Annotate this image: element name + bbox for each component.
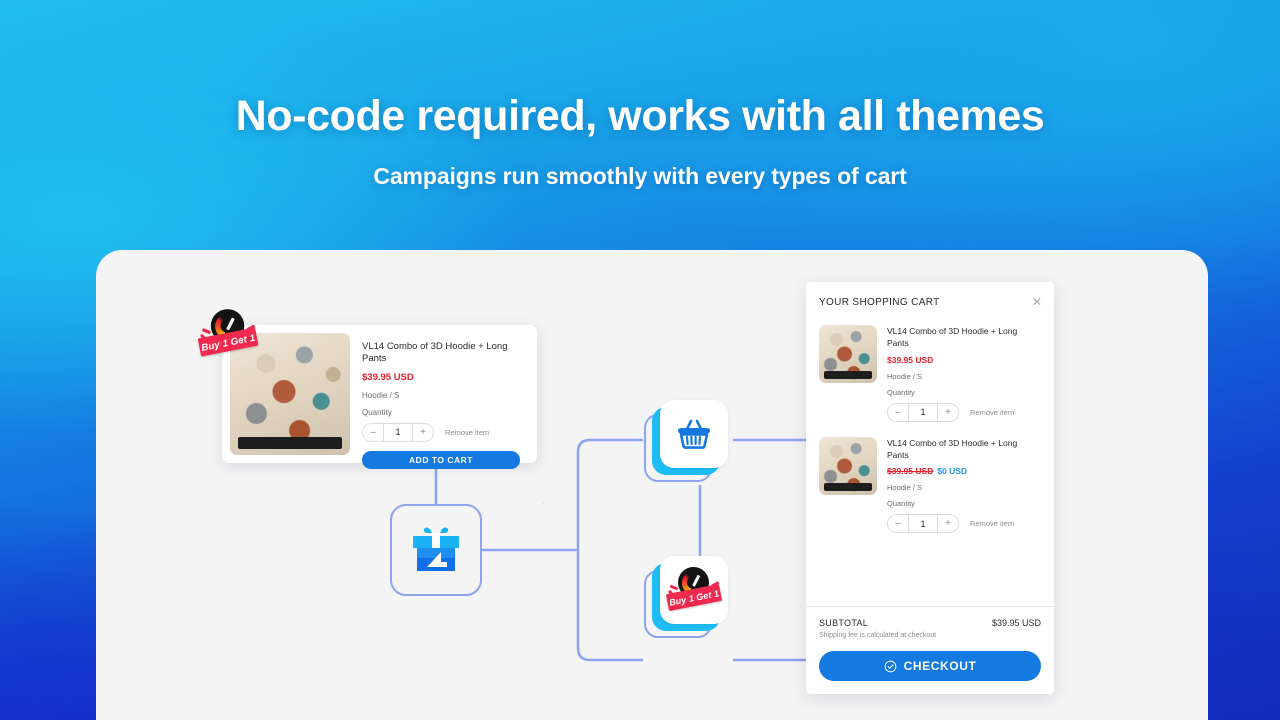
cart-item: VL14 Combo of 3D Hoodie + Long Pants $39… (819, 316, 1041, 428)
cart-footer: SUBTOTAL $39.95 USD Shipping fee is calc… (806, 606, 1054, 694)
product-card: VL14 Combo of 3D Hoodie + Long Pants $39… (197, 309, 537, 469)
subtotal-label: SUBTOTAL (819, 618, 869, 628)
promo-banner: No-code required, works with all themes … (0, 0, 1280, 720)
product-price: $39.95 USD (362, 371, 414, 383)
quantity-increase-button[interactable]: + (413, 424, 433, 441)
stack-layer-front (660, 400, 728, 468)
shield-check-icon (884, 660, 896, 672)
cart-item-original-price: $39.95 USD (887, 466, 934, 477)
product-bogo-badge: Buy 1 Get 1 (197, 308, 259, 357)
shipping-note: Shipping fee is calculated at checkout (819, 632, 937, 639)
hero-text-block: No-code required, works with all themes … (0, 0, 1280, 190)
cart-item-list: VL14 Combo of 3D Hoodie + Long Pants $39… (806, 308, 1054, 606)
cart-header: YOUR SHOPPING CART ✕ (806, 282, 1054, 308)
product-title: VL14 Combo of 3D Hoodie + Long Pants (362, 341, 508, 364)
quantity-decrease-button[interactable]: – (888, 515, 908, 532)
cart-item-quantity-stepper[interactable]: – 1 + Remove item (887, 402, 1041, 422)
decor-dot-1: · (620, 456, 625, 466)
quantity-value[interactable]: 1 (908, 403, 938, 421)
quantity-increase-button[interactable]: + (938, 404, 958, 421)
cart-title: YOUR SHOPPING CART (819, 296, 940, 308)
checkout-button-label: CHECKOUT (903, 659, 977, 673)
close-icon[interactable]: ✕ (1032, 296, 1042, 308)
cart-item-price: $39.95 USD (887, 354, 934, 365)
cart-item-price: $39.95 USD $0 USD (887, 466, 1041, 476)
bogo-badge-icon: Buy 1 Get 1 (665, 566, 723, 614)
subtotal-row: SUBTOTAL $39.95 USD (819, 618, 1041, 628)
cart-item-variant: Hoodie / S (887, 371, 923, 381)
cart-item-image (819, 325, 877, 383)
node-gift-offer[interactable] (390, 504, 482, 596)
node-cart-drawer[interactable] (644, 400, 734, 486)
cart-item-title: VL14 Combo of 3D Hoodie + Long Pants (887, 326, 1018, 349)
cart-item: VL14 Combo of 3D Hoodie + Long Pants $39… (819, 428, 1041, 540)
subtotal-value: $39.95 USD (991, 618, 1041, 628)
stack-layer-front: Buy 1 Get 1 (660, 556, 728, 624)
cart-item-free-price: $0 USD (937, 466, 968, 477)
remove-item-link[interactable]: Remove item (970, 408, 1014, 417)
quantity-decrease-button[interactable]: – (363, 424, 383, 441)
node-buy-one-get-one[interactable]: Buy 1 Get 1 (644, 556, 734, 642)
cart-item-image (819, 436, 877, 495)
product-quantity-stepper[interactable]: – 1 + Remove item (362, 422, 529, 442)
page-title: No-code required, works with all themes (235, 92, 1045, 140)
shopping-cart-drawer: YOUR SHOPPING CART ✕ VL14 Combo of 3D Ho… (806, 282, 1054, 694)
add-to-cart-button[interactable]: ADD TO CART (362, 450, 520, 469)
cart-item-title: VL14 Combo of 3D Hoodie + Long Pants (887, 437, 1018, 460)
shopping-basket-icon (678, 419, 710, 449)
decor-dot-5: · (692, 670, 697, 680)
product-quantity-label: Quantity (362, 407, 392, 417)
cart-item-quantity-stepper[interactable]: – 1 + Remove item (887, 514, 1041, 534)
quantity-value[interactable]: 1 (908, 515, 938, 533)
cart-item-quantity-label: Quantity (887, 499, 915, 509)
remove-item-link[interactable]: Remove item (445, 428, 489, 437)
product-variant: Hoodie / S (362, 390, 400, 400)
decor-dot-2: · (756, 528, 761, 538)
page-subtitle: Campaigns run smoothly with every types … (373, 163, 907, 189)
decor-dot-6: · (542, 498, 547, 508)
checkout-button[interactable]: CHECKOUT (819, 651, 1041, 681)
quantity-value[interactable]: 1 (383, 423, 413, 441)
bogo-ribbon-label: Buy 1 Get 1 (200, 331, 256, 353)
cart-item-variant: Hoodie / S (887, 483, 923, 493)
cart-item-quantity-label: Quantity (887, 387, 915, 397)
gift-box-icon (413, 527, 459, 571)
remove-item-link[interactable]: Remove item (970, 519, 1014, 528)
bogo-badge-icon: Buy 1 Get 1 (197, 308, 259, 360)
bogo-ribbon-label: Buy 1 Get 1 (668, 587, 720, 608)
quantity-decrease-button[interactable]: – (888, 404, 908, 421)
quantity-increase-button[interactable]: + (938, 515, 958, 532)
